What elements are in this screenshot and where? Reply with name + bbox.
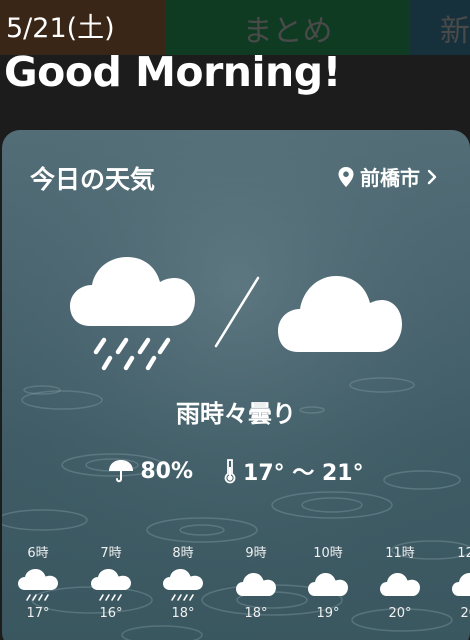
hour-item: 12時 20° bbox=[436, 545, 470, 621]
forecast-stats: 80% 17° ～ 21° bbox=[2, 455, 470, 487]
hour-time: 12時 bbox=[457, 546, 470, 561]
date-label: 5/21(土) bbox=[6, 13, 115, 44]
tab-summary-label: まとめ bbox=[242, 13, 333, 49]
hour-time: 11時 bbox=[385, 546, 415, 561]
hour-item: 6時 17° bbox=[2, 545, 74, 621]
hour-temp: 17° bbox=[26, 606, 50, 621]
chevron-right-icon bbox=[427, 169, 437, 184]
location-link[interactable]: 前橋市 bbox=[338, 162, 438, 191]
hour-time: 8時 bbox=[172, 546, 194, 561]
hourly-forecast[interactable]: 6時 17° 7時 16° 8時 18° 9時 18° 10時 19° 11時 … bbox=[2, 545, 470, 640]
tab-new[interactable]: 新 bbox=[410, 0, 470, 55]
hour-temp: 20° bbox=[460, 606, 470, 621]
page: まとめ 新 5/21(土) Good Morning! 今日の天気 前橋市 雨時… bbox=[0, 0, 470, 640]
card-title: 今日の天気 bbox=[30, 165, 156, 194]
temp-stat: 17° ～ 21° bbox=[223, 455, 364, 487]
umbrella-icon bbox=[109, 460, 134, 483]
rain-cloud-icon bbox=[163, 569, 203, 601]
forecast-divider bbox=[214, 276, 260, 348]
hour-time: 6時 bbox=[27, 546, 49, 561]
condition-text: 雨時々曇り bbox=[176, 400, 296, 428]
hour-item: 7時 16° bbox=[75, 545, 147, 621]
rain-cloud-icon bbox=[70, 257, 195, 371]
temp-range-value: 17° ～ 21° bbox=[243, 461, 364, 486]
hour-time: 7時 bbox=[100, 546, 122, 561]
location-pin-icon bbox=[338, 166, 354, 187]
tab-summary[interactable]: まとめ bbox=[165, 0, 410, 55]
weather-card[interactable]: 今日の天気 前橋市 雨時々曇り 80% 17° ～ 21° 6時 17° 7時 … bbox=[2, 130, 470, 640]
rain-cloud-icon bbox=[91, 569, 131, 601]
hour-time: 10時 bbox=[313, 546, 343, 561]
hour-temp: 16° bbox=[99, 606, 123, 621]
hour-temp: 18° bbox=[244, 606, 268, 621]
thermometer-icon bbox=[224, 459, 236, 484]
hour-item: 10時 19° bbox=[292, 545, 364, 621]
hour-item: 8時 18° bbox=[147, 545, 219, 621]
location-name: 前橋市 bbox=[360, 166, 420, 190]
hour-temp: 18° bbox=[171, 606, 195, 621]
hour-time: 9時 bbox=[245, 546, 267, 561]
greeting-title: Good Morning! bbox=[4, 48, 341, 96]
hour-item: 9時 18° bbox=[220, 545, 292, 621]
rain-cloud-icon bbox=[18, 569, 58, 601]
precip-stat: 80% bbox=[108, 458, 193, 484]
hour-temp: 20° bbox=[388, 606, 412, 621]
cloud-icon bbox=[380, 573, 420, 596]
hour-item: 11時 20° bbox=[364, 545, 436, 621]
tab-new-label: 新 bbox=[440, 13, 470, 49]
cloud-icon bbox=[452, 573, 470, 596]
cloud-icon bbox=[308, 573, 348, 596]
hour-temp: 19° bbox=[316, 606, 340, 621]
cloud-icon bbox=[278, 276, 402, 352]
precip-value: 80% bbox=[140, 458, 194, 484]
cloud-icon bbox=[236, 573, 276, 596]
